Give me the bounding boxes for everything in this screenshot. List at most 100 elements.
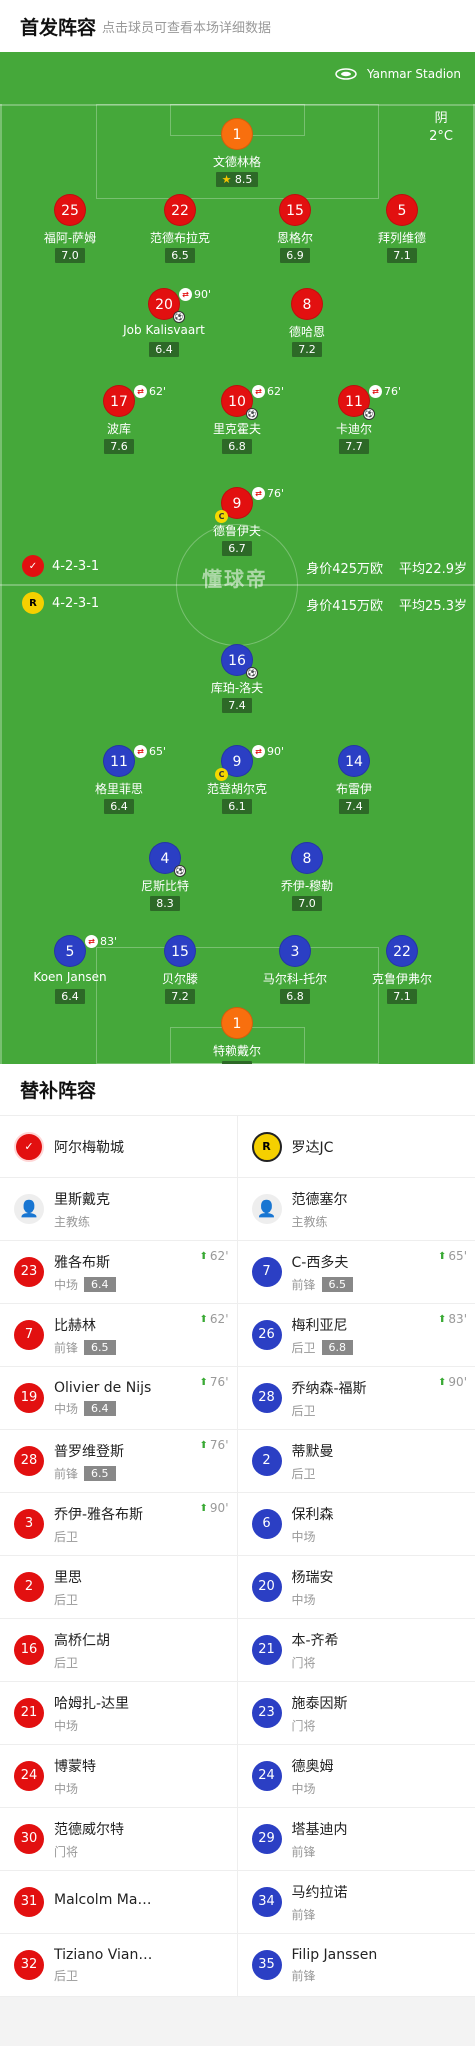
- home-bench-row[interactable]: 30 范德威尔特 门将: [0, 1808, 237, 1871]
- home-player[interactable]: 15 恩格尔 6.9: [240, 194, 350, 263]
- home-player-number: 8: [291, 288, 323, 320]
- sub-minute: 76': [384, 385, 402, 398]
- bench-player-position: 前锋: [292, 1906, 392, 1923]
- away-bench-number: 23: [251, 1698, 282, 1728]
- bench-player-name: 乔伊-雅各布斯: [54, 1506, 144, 1523]
- away-bench-row[interactable]: 35 Filip Janssen 前锋: [237, 1934, 475, 1997]
- home-player[interactable]: 5 拜列维德 7.1: [347, 194, 457, 263]
- home-bench-row[interactable]: 7 比赫林 前锋 6.5 ⬆ 62': [0, 1304, 237, 1367]
- away-bench-row[interactable]: 23 施泰因斯 门将: [237, 1682, 475, 1745]
- home-player-rating: 7.6: [104, 439, 134, 454]
- home-coach-name: 里斯戴克: [54, 1191, 110, 1208]
- home-bench-row[interactable]: 28 普罗维登斯 前锋 6.5 ⬆ 76': [0, 1430, 237, 1493]
- away-player-number: 22: [386, 935, 418, 967]
- home-player[interactable]: 1 文德林格 ★ 8.5: [182, 118, 292, 187]
- home-player-rating: 7.7: [339, 439, 369, 454]
- home-team-row[interactable]: ✓ 阿尔梅勒城: [0, 1116, 237, 1178]
- away-bench-row[interactable]: 21 本-齐希 门将: [237, 1619, 475, 1682]
- stadium-name: Yanmar Stadion: [366, 67, 461, 81]
- rating-value: 6.7: [228, 542, 246, 555]
- bench-player-position: 前锋 6.5: [292, 1276, 392, 1293]
- away-player-name: 布雷伊: [335, 782, 372, 796]
- away-bench-row[interactable]: 7 C-西多夫 前锋 6.5 ⬆ 65': [237, 1241, 475, 1304]
- home-bench-row[interactable]: 32 Tiziano Vianello 后卫: [0, 1934, 237, 1997]
- sub-in-minute: 65': [448, 1249, 467, 1263]
- away-player[interactable]: 3 马尔科-托尔 6.8: [240, 935, 350, 1004]
- substitution-in-icon: ⬆: [438, 1250, 447, 1262]
- rating-value: 7.6: [110, 440, 128, 453]
- bench-player-position: 前锋 6.5: [54, 1339, 154, 1356]
- away-bench-number: 21: [251, 1635, 282, 1665]
- sub-in-time: ⬆ 90': [438, 1375, 467, 1389]
- home-bench-row[interactable]: 24 博蒙特 中场: [0, 1745, 237, 1808]
- home-bench-row[interactable]: 31 Malcolm Mat…: [0, 1871, 237, 1934]
- bench-player-name: Filip Janssen: [291, 1946, 378, 1963]
- away-player[interactable]: 14 布雷伊 7.4: [299, 745, 409, 814]
- away-player[interactable]: 22 克鲁伊弗尔 7.1: [347, 935, 457, 1004]
- star-icon: ★: [221, 173, 235, 186]
- home-player[interactable]: 10 ⚽ ⇄ 62' 里克霍夫 6.8: [182, 385, 292, 454]
- home-player-rating: 6.8: [222, 439, 252, 454]
- away-bench-row[interactable]: 28 乔纳森-福斯 后卫 ⬆ 90': [237, 1367, 475, 1430]
- home-bench-row[interactable]: 19 Olivier de Nijs 中场 6.4 ⬆ 76': [0, 1367, 237, 1430]
- home-team-logo-icon: ✓: [14, 1131, 44, 1162]
- home-bench-row[interactable]: 23 雅各布斯 中场 6.4 ⬆ 62': [0, 1241, 237, 1304]
- away-player-rating: 6.1: [222, 799, 252, 814]
- away-bench-row[interactable]: 24 德奥姆 中场: [237, 1745, 475, 1808]
- away-bench-row[interactable]: 34 马约拉诺 前锋: [237, 1871, 475, 1934]
- bench-player-position: 中场: [292, 1528, 392, 1545]
- bench-player-name: 乔纳森-福斯: [291, 1380, 367, 1397]
- rating-value: 6.1: [228, 800, 246, 813]
- away-player[interactable]: 15 贝尔滕 7.2: [125, 935, 235, 1004]
- home-player-name: 范德布拉克: [149, 231, 210, 245]
- away-player-number: 8: [291, 842, 323, 874]
- bench-player-rating: 6.8: [321, 1339, 354, 1355]
- rating-value: 7.2: [228, 1062, 246, 1064]
- home-player[interactable]: 22 范德布拉克 6.5: [125, 194, 235, 263]
- home-bench-row[interactable]: 2 里思 后卫: [0, 1556, 237, 1619]
- home-bench-row[interactable]: 16 高桥仁胡 后卫: [0, 1619, 237, 1682]
- rating-value: 6.4: [110, 800, 128, 813]
- bench-player-info: 马约拉诺 前锋: [292, 1882, 392, 1923]
- substitution-out-icon: ⇄: [134, 745, 147, 758]
- away-player[interactable]: 16 ⚽ 库珀-洛夫 7.4: [182, 644, 292, 713]
- away-team-row[interactable]: R 罗达JC: [237, 1116, 475, 1178]
- position-label: 前锋: [291, 1277, 316, 1292]
- away-player[interactable]: 4 ⚽ 尼斯比特 8.3: [110, 842, 220, 911]
- position-label: 前锋: [291, 1844, 316, 1859]
- home-player[interactable]: 20 ⚽ ⇄ 90' Job Kalisvaart 6.4: [109, 288, 219, 357]
- away-player-rating: 7.1: [387, 989, 417, 1004]
- away-bench-row[interactable]: 20 杨瑞安 中场: [237, 1556, 475, 1619]
- home-coach-row[interactable]: 👤 里斯戴克 主教练: [0, 1178, 237, 1241]
- away-player[interactable]: 5 ⇄ 83' Koen Jansen 6.4: [15, 935, 125, 1004]
- away-player[interactable]: 11 ⇄ 65' 格里菲思 6.4: [64, 745, 174, 814]
- position-label: 门将: [291, 1655, 316, 1670]
- bench-player-name: 普罗维登斯: [54, 1443, 124, 1460]
- home-bench-row[interactable]: 3 乔伊-雅各布斯 后卫 ⬆ 90': [0, 1493, 237, 1556]
- coach-avatar-icon: 👤: [14, 1194, 44, 1224]
- home-player-rating: 7.0: [55, 248, 85, 263]
- bench-player-name: Malcolm Mat…: [54, 1892, 154, 1908]
- away-player[interactable]: 8 乔伊-穆勒 7.0: [252, 842, 362, 911]
- weather-text: 阴: [434, 111, 448, 126]
- home-bench-number: 7: [14, 1320, 44, 1350]
- home-player[interactable]: 9 C ⇄ 76' 德鲁伊夫 6.7: [182, 487, 292, 556]
- substitution-in-icon: ⬆: [438, 1313, 447, 1325]
- away-bench-row[interactable]: 2 蒂默曼 后卫: [237, 1430, 475, 1493]
- position-label: 中场: [54, 1277, 79, 1292]
- away-bench-row[interactable]: 6 保利森 中场: [237, 1493, 475, 1556]
- sub-in-time: ⬆ 62': [200, 1249, 229, 1263]
- away-bench-row[interactable]: 26 梅利亚尼 后卫 6.8 ⬆ 83': [237, 1304, 475, 1367]
- away-bench-row[interactable]: 29 塔基迪内 前锋: [237, 1808, 475, 1871]
- home-player[interactable]: 8 德哈恩 7.2: [252, 288, 362, 357]
- home-player[interactable]: 17 ⇄ 62' 波库 7.6: [64, 385, 174, 454]
- away-player-number: 11: [103, 745, 135, 777]
- away-player[interactable]: 1 特赖戴尔 7.2: [182, 1007, 292, 1064]
- home-bench-row[interactable]: 21 哈姆扎-达里 中场: [0, 1682, 237, 1745]
- position-label: 后卫: [291, 1340, 316, 1355]
- away-coach-row[interactable]: 👤 范德塞尔 主教练: [237, 1178, 475, 1241]
- home-player[interactable]: 11 ⚽ ⇄ 76' 卡迪尔 7.7: [299, 385, 409, 454]
- home-player[interactable]: 25 福阿-萨姆 7.0: [15, 194, 125, 263]
- coach-avatar-icon: 👤: [251, 1194, 282, 1224]
- away-player[interactable]: 9 C ⇄ 90' 范登胡尔克 6.1: [182, 745, 292, 814]
